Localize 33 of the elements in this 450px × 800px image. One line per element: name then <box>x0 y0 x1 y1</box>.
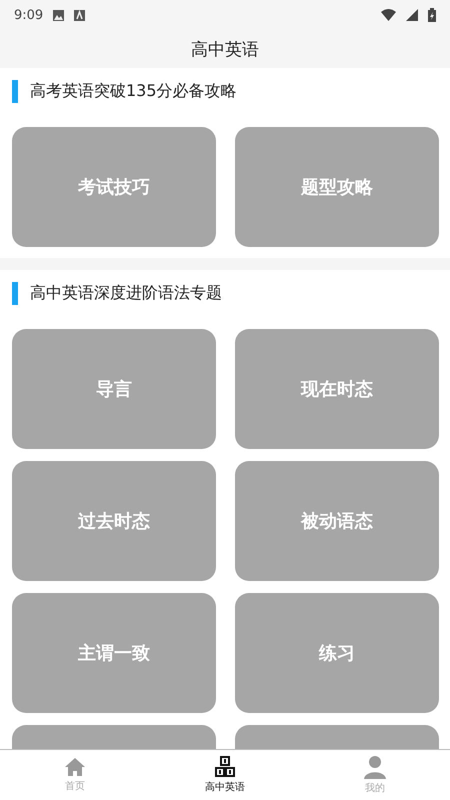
topic-card[interactable]: 被动语态 <box>235 461 439 581</box>
signal-icon <box>406 9 418 21</box>
page-title: 高中英语 <box>191 38 259 60</box>
topic-card[interactable]: 现在时态 <box>235 329 439 449</box>
home-icon <box>64 757 86 777</box>
status-time: 9:09 <box>14 8 44 22</box>
person-icon <box>363 755 387 779</box>
card-label: 现在时态 <box>301 378 373 401</box>
card-label: 被动语态 <box>301 510 373 533</box>
wifi-icon <box>381 9 396 21</box>
accent-bar <box>12 80 18 103</box>
card-label: 题型攻略 <box>301 176 373 199</box>
topic-card[interactable]: 考试技巧 <box>12 127 216 247</box>
accent-bar <box>12 282 18 305</box>
nav-tab[interactable]: 高中英语 <box>150 750 300 800</box>
card-label: 过去时态 <box>78 510 150 533</box>
topic-card[interactable]: 题型攻略 <box>235 127 439 247</box>
blocks-icon <box>215 756 235 778</box>
notification-icon <box>74 10 86 20</box>
card-label: 考试技巧 <box>78 176 150 199</box>
card-label: 练习 <box>319 642 355 665</box>
nav-tab[interactable]: 我的 <box>300 750 450 800</box>
section-heading: 高考英语突破135分必备攻略 <box>30 81 237 102</box>
topic-card[interactable]: 导言 <box>12 329 216 449</box>
topic-card[interactable]: 主谓一致 <box>12 593 216 713</box>
nav-tab[interactable]: 首页 <box>0 750 150 800</box>
image-icon <box>53 10 64 20</box>
section-heading: 高中英语深度进阶语法专题 <box>30 283 222 304</box>
topic-card[interactable]: 过去时态 <box>12 461 216 581</box>
card-label: 主谓一致 <box>78 642 150 665</box>
card-label: 导言 <box>96 378 132 401</box>
battery-icon <box>428 8 436 22</box>
topic-card[interactable]: 练习 <box>235 593 439 713</box>
